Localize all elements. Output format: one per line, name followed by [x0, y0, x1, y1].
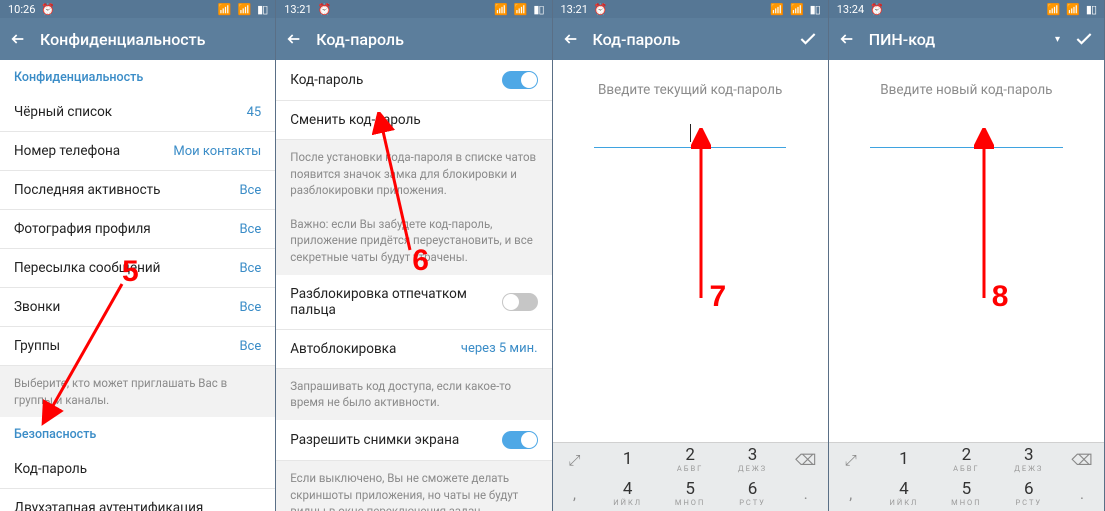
back-icon[interactable]	[286, 31, 302, 47]
header: Конфиденциальность	[0, 18, 275, 60]
confirm-icon[interactable]	[1074, 29, 1094, 49]
row-two-step[interactable]: Двухэтапная аутентификация	[0, 489, 275, 511]
row-blacklist[interactable]: Чёрный список45	[0, 93, 275, 132]
header: Код-пароль	[276, 18, 551, 60]
battery-icon: ▮▯	[257, 3, 267, 16]
row-change-passcode[interactable]: Сменить код-пароль	[276, 101, 551, 140]
status-time: 13:21	[561, 3, 588, 16]
hint-autolock: Запрашивать код доступа, если какое-то в…	[276, 369, 551, 420]
key-1[interactable]: 1	[899, 451, 909, 469]
status-time: 13:21	[284, 3, 311, 16]
key-dot[interactable]: .	[804, 485, 808, 503]
back-icon[interactable]	[563, 31, 579, 47]
expand-icon[interactable]: ⤢	[568, 451, 580, 469]
key-4[interactable]: 4ИЙКЛ	[613, 481, 642, 506]
row-phone[interactable]: Номер телефонаМои контакты	[0, 132, 275, 171]
status-time: 10:26	[8, 3, 35, 16]
panel-passcode-settings: 13:21 ⏰ 📶 📶 ▮▯ Код-пароль Код-пароль Сме…	[276, 0, 552, 511]
key-dot[interactable]: .	[1080, 485, 1084, 503]
wifi-icon: 📶	[790, 3, 804, 16]
row-fingerprint[interactable]: Разблокировка отпечатком пальца	[276, 275, 551, 330]
key-3[interactable]: 3ДЕЖЗ	[1014, 447, 1043, 472]
key-2[interactable]: 2АБВГ	[953, 447, 979, 472]
entry-prompt: Введите новый код-пароль	[880, 82, 1052, 98]
section-header: Конфиденциальность	[0, 60, 275, 93]
wifi-icon: 📶	[1066, 3, 1080, 16]
status-bar: 13:21 ⏰ 📶 📶 ▮▯	[276, 0, 551, 18]
battery-icon: ▮▯	[1086, 3, 1096, 16]
header-title: Код-пароль	[316, 30, 541, 49]
numeric-keypad: ⤢ 1 2АБВГ 3ДЕЖЗ ⌫ , 4ИЙКЛ 5МНОП 6РСТУ .	[829, 442, 1104, 511]
numeric-keypad: ⤢ 1 2АБВГ 3ДЕЖЗ ⌫ , 4ИЙКЛ 5МНОП 6РСТУ .	[553, 442, 828, 511]
key-6[interactable]: 6РСТУ	[1015, 481, 1042, 506]
panel-enter-new: 13:24 ⏰ 📶 📶 ▮▯ ПИН-код ▾ Введите новый к…	[829, 0, 1105, 511]
entry-prompt: Введите текущий код-пароль	[598, 82, 782, 98]
passcode-field[interactable]	[594, 122, 787, 148]
row-last-seen[interactable]: Последняя активностьВсе	[0, 171, 275, 210]
section-header: Безопасность	[0, 417, 275, 450]
row-passcode-toggle[interactable]: Код-пароль	[276, 60, 551, 101]
backspace-icon[interactable]: ⌫	[1071, 451, 1092, 469]
backspace-icon[interactable]: ⌫	[795, 451, 816, 469]
key-6[interactable]: 6РСТУ	[739, 481, 766, 506]
header: ПИН-код ▾	[829, 18, 1104, 60]
battery-icon: ▮▯	[810, 3, 820, 16]
wifi-icon: 📶	[237, 3, 251, 16]
switch-screenshots[interactable]	[502, 431, 538, 449]
settings-list: Конфиденциальность Чёрный список45 Номер…	[0, 60, 275, 511]
key-5[interactable]: 5МНОП	[951, 481, 981, 506]
back-icon[interactable]	[839, 31, 855, 47]
header-title: Конфиденциальность	[40, 30, 265, 49]
status-bar: 13:24 ⏰ 📶 📶 ▮▯	[829, 0, 1104, 18]
switch-passcode[interactable]	[502, 71, 538, 89]
alarm-icon: ⏰	[870, 3, 884, 16]
expand-icon[interactable]: ⤢	[845, 451, 857, 469]
key-2[interactable]: 2АБВГ	[677, 447, 703, 472]
battery-icon: ▮▯	[533, 3, 543, 16]
hint-passcode: После установки кода-пароля в списке чат…	[276, 140, 551, 275]
row-groups[interactable]: ГруппыВсе	[0, 327, 275, 366]
key-comma[interactable]: ,	[849, 485, 852, 503]
row-calls[interactable]: ЗвонкиВсе	[0, 288, 275, 327]
signal-icon: 📶	[1046, 3, 1060, 16]
wifi-icon: 📶	[514, 3, 528, 16]
alarm-icon: ⏰	[594, 3, 608, 16]
passcode-entry: Введите новый код-пароль	[829, 60, 1104, 442]
row-profile-photo[interactable]: Фотография профиляВсе	[0, 210, 275, 249]
status-bar: 10:26 ⏰ 📶 📶 ▮▯	[0, 0, 275, 18]
hint-groups: Выберите, кто может приглашать Вас в гру…	[0, 366, 275, 417]
row-forwarding[interactable]: Пересылка сообщенийВсе	[0, 249, 275, 288]
back-icon[interactable]	[10, 31, 26, 47]
row-screenshots[interactable]: Разрешить снимки экрана	[276, 420, 551, 461]
alarm-icon: ⏰	[318, 3, 332, 16]
text-cursor	[690, 124, 691, 142]
panel-privacy: 10:26 ⏰ 📶 📶 ▮▯ Конфиденциальность Конфид…	[0, 0, 276, 511]
status-bar: 13:21 ⏰ 📶 📶 ▮▯	[553, 0, 828, 18]
confirm-icon[interactable]	[798, 29, 818, 49]
switch-fingerprint[interactable]	[502, 293, 538, 311]
key-3[interactable]: 3ДЕЖЗ	[738, 447, 767, 472]
row-autolock[interactable]: Автоблокировкачерез 5 мин.	[276, 330, 551, 369]
chevron-down-icon[interactable]: ▾	[1055, 34, 1060, 45]
passcode-field[interactable]	[870, 122, 1063, 148]
status-time: 13:24	[837, 3, 864, 16]
passcode-entry: Введите текущий код-пароль	[553, 60, 828, 442]
panel-enter-current: 13:21 ⏰ 📶 📶 ▮▯ Код-пароль Введите текущи…	[553, 0, 829, 511]
header-title: ПИН-код	[869, 30, 1049, 49]
key-1[interactable]: 1	[623, 451, 633, 469]
settings-list: Код-пароль Сменить код-пароль После уста…	[276, 60, 551, 511]
signal-icon: 📶	[494, 3, 508, 16]
key-4[interactable]: 4ИЙКЛ	[890, 481, 919, 506]
hint-screenshots: Если выключено, Вы не сможете делать скр…	[276, 461, 551, 511]
header: Код-пароль	[553, 18, 828, 60]
signal-icon: 📶	[218, 3, 232, 16]
alarm-icon: ⏰	[41, 3, 55, 16]
key-5[interactable]: 5МНОП	[675, 481, 705, 506]
signal-icon: 📶	[770, 3, 784, 16]
row-passcode[interactable]: Код-пароль	[0, 450, 275, 489]
key-comma[interactable]: ,	[573, 485, 576, 503]
header-title: Код-пароль	[593, 30, 784, 49]
